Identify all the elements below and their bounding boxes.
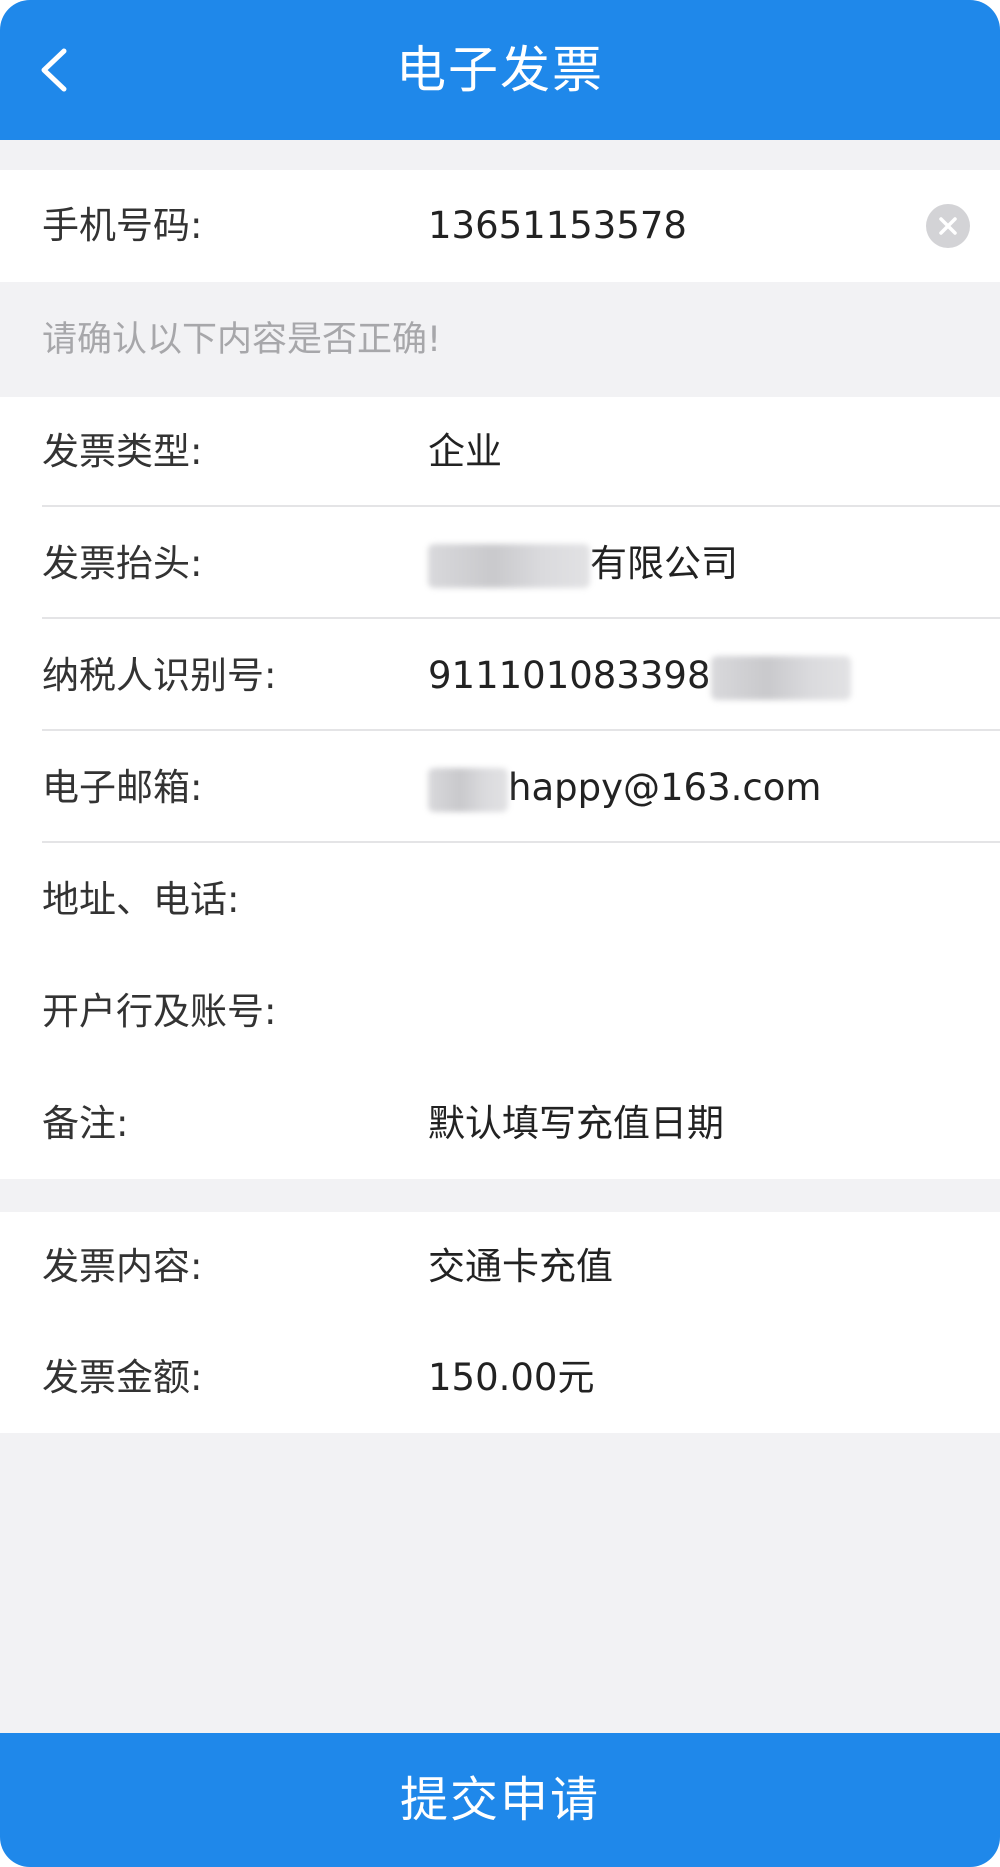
invoice-amount-row: 发票金额: 150.00元 — [0, 1323, 1000, 1433]
invoice-type-label: 发票类型: — [42, 430, 203, 473]
tax-id-value-wrap: 911101083398 — [428, 621, 851, 731]
email-value-wrap: happy@163.com — [428, 733, 821, 843]
invoice-title-value-wrap: 有限公司 — [428, 509, 738, 619]
bank-account-label: 开户行及账号: — [42, 990, 277, 1033]
bank-account-row: 开户行及账号: — [0, 957, 1000, 1067]
clear-circle-icon — [939, 217, 957, 235]
clear-phone-button[interactable] — [926, 204, 970, 248]
invoice-title-row: 发票抬头: 有限公司 — [0, 509, 1000, 619]
invoice-type-value: 企业 — [428, 430, 502, 473]
tax-id-label: 纳税人识别号: — [42, 654, 277, 697]
page-title: 电子发票 — [396, 41, 604, 99]
invoice-title-value: 有限公司 — [590, 542, 738, 585]
email-row: 电子邮箱: happy@163.com — [0, 733, 1000, 843]
phone-row: 手机号码: 13651153578 — [0, 171, 1000, 281]
divider — [42, 505, 1000, 507]
invoice-type-row: 发票类型: 企业 — [0, 397, 1000, 507]
redacted-block — [428, 543, 590, 588]
address-phone-row: 地址、电话: — [0, 845, 1000, 955]
chevron-left-icon — [41, 48, 67, 92]
invoice-content-value: 交通卡充值 — [428, 1245, 613, 1288]
remark-label: 备注: — [42, 1102, 129, 1145]
invoice-content-section: 发票内容: 交通卡充值 发票金额: 150.00元 — [0, 1212, 1000, 1433]
phone-section: 手机号码: 13651153578 — [0, 170, 1000, 282]
divider — [42, 729, 1000, 731]
redacted-block — [428, 767, 508, 812]
nav-bar: 电子发票 — [0, 0, 1000, 140]
submit-button-label: 提交申请 — [399, 1772, 600, 1828]
phone-label: 手机号码: — [42, 204, 203, 247]
email-value: happy@163.com — [508, 766, 822, 809]
back-button[interactable] — [20, 25, 110, 115]
remark-value: 默认填写充值日期 — [428, 1102, 724, 1145]
email-label: 电子邮箱: — [42, 766, 203, 809]
submit-button[interactable]: 提交申请 — [0, 1733, 1000, 1867]
address-phone-label: 地址、电话: — [42, 878, 240, 921]
phone-input[interactable]: 13651153578 — [428, 171, 687, 281]
invoice-details-section: 发票类型: 企业 发票抬头: 有限公司 纳税人识别号: 911101083398… — [0, 397, 1000, 1179]
tax-id-row: 纳税人识别号: 911101083398 — [0, 621, 1000, 731]
confirm-notice: 请确认以下内容是否正确! — [0, 285, 1000, 395]
divider — [42, 841, 1000, 843]
tax-id-value: 911101083398 — [428, 654, 711, 697]
invoice-content-row: 发票内容: 交通卡充值 — [0, 1212, 1000, 1322]
remark-row: 备注: 默认填写充值日期 — [0, 1069, 1000, 1179]
divider — [42, 617, 1000, 619]
invoice-title-label: 发票抬头: — [42, 542, 203, 585]
invoice-amount-label: 发票金额: — [42, 1356, 203, 1399]
invoice-amount-value: 150.00元 — [428, 1356, 595, 1399]
invoice-content-label: 发票内容: — [42, 1245, 203, 1288]
confirm-notice-text: 请确认以下内容是否正确! — [42, 320, 442, 360]
screen: 电子发票 手机号码: 13651153578 请确认以下内容是否正确! 发票类型… — [0, 0, 1000, 1867]
redacted-block — [710, 655, 851, 700]
